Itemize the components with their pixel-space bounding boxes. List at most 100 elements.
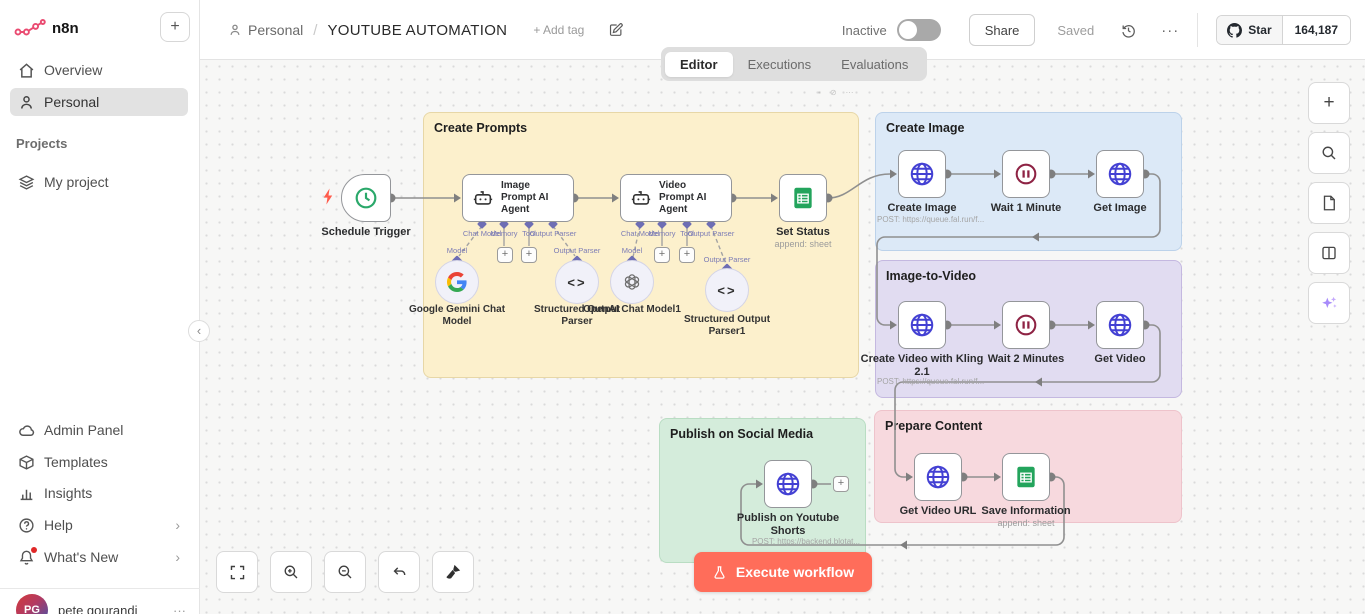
breadcrumb: Personal / YOUTUBE AUTOMATION + Add tag xyxy=(228,0,624,60)
sidebar-item-insights[interactable]: Insights xyxy=(10,479,188,507)
globe-icon xyxy=(774,470,802,498)
workflow-title[interactable]: YOUTUBE AUTOMATION xyxy=(327,22,507,39)
node-post-url: POST: https://backend.blotat... xyxy=(731,537,881,546)
node-image-prompt-agent[interactable]: Image Prompt AI Agent xyxy=(462,174,574,222)
user-name: pete gourandi xyxy=(58,603,138,614)
broom-icon xyxy=(444,563,462,581)
node-wait-1-minute[interactable] xyxy=(1002,150,1050,198)
node-post-url: POST: https://queue.fal.run/f... xyxy=(877,215,984,224)
more-menu-icon[interactable]: ··· xyxy=(1161,22,1179,39)
saved-status: Saved xyxy=(1057,23,1094,38)
user-more-icon[interactable]: ··· xyxy=(173,603,186,614)
port-label: Output Parser xyxy=(530,229,577,238)
node-wait-2-minutes[interactable] xyxy=(1002,301,1050,349)
history-icon[interactable] xyxy=(1120,22,1137,39)
connector-label: Output Parser xyxy=(704,255,751,264)
sidebar-collapse-button[interactable]: ‹ xyxy=(188,320,210,342)
tab-evaluations[interactable]: Evaluations xyxy=(826,52,923,77)
file-icon xyxy=(1320,194,1338,212)
node-get-image[interactable] xyxy=(1096,150,1144,198)
zoom-out-button[interactable] xyxy=(324,551,366,593)
code-brackets-icon: <> xyxy=(717,283,736,298)
canvas-mini-toolbar[interactable]: ▪ ⊘ ⋯ xyxy=(818,88,854,97)
sidebar-item-label: My project xyxy=(44,174,109,190)
sticky-note-button[interactable] xyxy=(1308,182,1350,224)
node-label: OpenAI Chat Model1 xyxy=(572,304,692,316)
tab-executions[interactable]: Executions xyxy=(733,52,827,77)
globe-icon xyxy=(924,463,952,491)
sidebar-item-label: Overview xyxy=(44,62,102,78)
sheets-icon xyxy=(1013,464,1039,490)
node-label: Google Gemini Chat Model xyxy=(397,304,517,327)
add-node-panel-button[interactable]: + xyxy=(1308,82,1350,124)
node-publish-youtube-shorts[interactable] xyxy=(764,460,812,508)
node-create-image[interactable] xyxy=(898,150,946,198)
node-create-video-kling[interactable] xyxy=(898,301,946,349)
search-button[interactable] xyxy=(1308,132,1350,174)
pin-mini-icon[interactable]: ▪ xyxy=(818,88,821,97)
share-button[interactable]: Share xyxy=(969,14,1036,46)
execute-workflow-button[interactable]: Execute workflow xyxy=(694,552,872,592)
node-inner-label: Image Prompt AI Agent xyxy=(501,180,564,216)
node-video-prompt-agent[interactable]: Video Prompt AI Agent xyxy=(620,174,732,222)
node-openai-chat-model[interactable] xyxy=(610,260,654,304)
bar-chart-icon xyxy=(18,485,35,502)
new-workflow-button[interactable]: + xyxy=(160,12,190,42)
sidebar-item-overview[interactable]: Overview xyxy=(10,56,188,84)
sidebar-item-admin-panel[interactable]: Admin Panel xyxy=(10,416,188,444)
bell-icon xyxy=(18,549,35,566)
sidebar-item-my-project[interactable]: My project xyxy=(10,168,188,196)
node-label: Get Image xyxy=(1055,202,1185,215)
pause-icon xyxy=(1013,312,1039,338)
node-label: Schedule Trigger xyxy=(301,226,431,239)
zoom-in-button[interactable] xyxy=(270,551,312,593)
split-panel-button[interactable] xyxy=(1308,232,1350,274)
google-icon xyxy=(447,272,467,292)
add-tool-button[interactable]: + xyxy=(679,247,695,263)
robot-icon xyxy=(630,187,652,209)
disable-mini-icon[interactable]: ⊘ xyxy=(830,88,837,97)
add-node-button[interactable]: + xyxy=(833,476,849,492)
node-structured-output-parser1[interactable]: <> xyxy=(705,268,749,312)
ai-assistant-button[interactable] xyxy=(1308,282,1350,324)
breadcrumb-project[interactable]: Personal xyxy=(248,22,303,38)
undo-button[interactable] xyxy=(378,551,420,593)
tab-editor[interactable]: Editor xyxy=(665,52,733,77)
port-label: Output Parser xyxy=(688,229,735,238)
more-mini-icon[interactable]: ⋯ xyxy=(846,88,854,97)
add-memory-button[interactable]: + xyxy=(497,247,513,263)
sidebar-item-whats-new[interactable]: What's New › xyxy=(10,543,188,571)
connector-label: Model xyxy=(447,246,467,255)
github-star-button[interactable]: Star 164,187 xyxy=(1216,15,1351,45)
sidebar-item-personal[interactable]: Personal xyxy=(10,88,188,116)
node-schedule-trigger[interactable] xyxy=(341,174,391,222)
group-title: Create Image xyxy=(876,113,1181,143)
node-structured-output-parser[interactable]: <> xyxy=(555,260,599,304)
package-icon xyxy=(18,454,35,471)
active-toggle[interactable] xyxy=(897,19,941,41)
user-menu[interactable]: PG pete gourandi ··· xyxy=(16,594,186,614)
cloud-icon xyxy=(18,422,35,439)
clock-icon xyxy=(353,185,379,211)
logo-row: n8n + xyxy=(14,12,190,44)
node-set-status[interactable] xyxy=(779,174,827,222)
node-label: Set Status xyxy=(738,226,868,239)
zoom-to-fit-button[interactable] xyxy=(216,551,258,593)
node-label: Get Video xyxy=(1055,353,1185,366)
add-memory-button[interactable]: + xyxy=(654,247,670,263)
search-icon xyxy=(1320,144,1338,162)
add-tag-button[interactable]: + Add tag xyxy=(533,23,584,37)
workflow-canvas[interactable]: ▪ ⊘ ⋯ Create Prompts Create Image Image-… xyxy=(200,60,1365,614)
sidebar-item-help[interactable]: Help › xyxy=(10,511,188,539)
edit-icon[interactable] xyxy=(608,22,624,38)
node-get-video[interactable] xyxy=(1096,301,1144,349)
node-save-information[interactable] xyxy=(1002,453,1050,501)
avatar: PG xyxy=(16,594,48,614)
sidebar-item-templates[interactable]: Templates xyxy=(10,448,188,476)
add-tool-button[interactable]: + xyxy=(521,247,537,263)
tidy-up-button[interactable] xyxy=(432,551,474,593)
node-google-gemini-chat-model[interactable] xyxy=(435,260,479,304)
port-label: Memory xyxy=(490,229,517,238)
node-get-video-url[interactable] xyxy=(914,453,962,501)
group-title: Image-to-Video xyxy=(876,261,1181,291)
